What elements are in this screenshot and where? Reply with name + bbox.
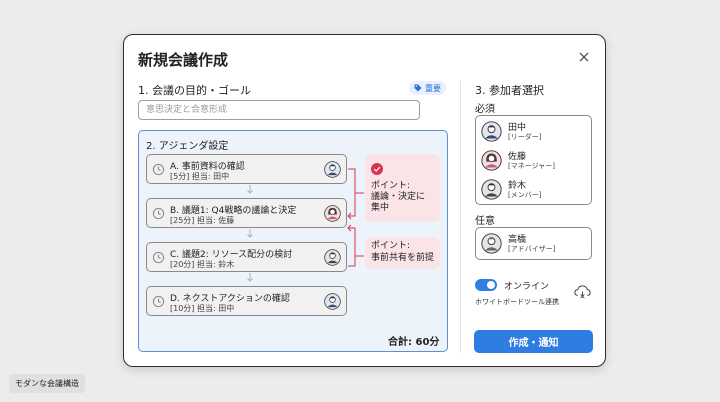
- clock-icon: [152, 163, 165, 176]
- male-avatar-icon: [481, 233, 502, 254]
- optional-label: 任意: [475, 216, 495, 227]
- female-avatar-icon: [324, 205, 341, 222]
- participant-sato[interactable]: 佐藤 [マネージャー]: [481, 148, 586, 174]
- close-icon[interactable]: [576, 49, 592, 65]
- point-note-2: ポイント: 事前共有を前提: [365, 237, 440, 269]
- point-line: 集中: [371, 203, 390, 213]
- clock-icon: [152, 207, 165, 220]
- participants-section-label: 3. 参加者選択: [475, 84, 544, 97]
- participant-role: [マネージャー]: [508, 162, 555, 170]
- agenda-item-meta: [10分] 担当: 田中: [170, 304, 235, 313]
- arrow-down-icon: [247, 273, 253, 282]
- online-label: オンライン: [504, 282, 550, 292]
- tag-icon: [414, 84, 422, 92]
- column-divider: [460, 81, 461, 353]
- male-avatar-icon: [324, 293, 341, 310]
- agenda-panel: 2. アジェンダ設定 A. 事前資料の確認 [5分] 担当: 田中 B. 議題1…: [138, 130, 448, 352]
- online-toggle[interactable]: [475, 279, 497, 291]
- agenda-item-b[interactable]: B. 議題1: Q4戦略の議論と決定 [25分] 担当: 佐藤: [146, 198, 347, 228]
- agenda-total: 合計: 60分: [388, 337, 440, 348]
- point-line: 事前共有を前提: [371, 253, 435, 263]
- point-note-1: ポイント: 議論・決定に 集中: [365, 154, 440, 222]
- optional-participants-list: 高橋 [アドバイザー]: [475, 227, 592, 260]
- male-avatar-icon: [481, 179, 502, 200]
- check-circle-icon: [371, 163, 383, 175]
- badge-label: 重要: [425, 83, 441, 93]
- arrow-down-icon: [247, 185, 253, 194]
- whiteboard-integration-label: ホワイトボードツール連携: [475, 298, 559, 306]
- dialog-title: 新規会議作成: [138, 51, 229, 69]
- participant-role: [リーダー]: [508, 133, 542, 141]
- point-line: 議論・決定に: [371, 192, 426, 202]
- male-avatar-icon: [481, 121, 502, 142]
- required-label: 必須: [475, 104, 495, 115]
- clock-icon: [152, 251, 165, 264]
- female-avatar-icon: [481, 150, 502, 171]
- participant-takahashi[interactable]: 高橋 [アドバイザー]: [481, 231, 586, 257]
- point-line: ポイント:: [371, 241, 411, 251]
- participant-tanaka[interactable]: 田中 [リーダー]: [481, 119, 586, 145]
- agenda-item-c[interactable]: C. 議題2: リソース配分の検討 [20分] 担当: 鈴木: [146, 242, 347, 272]
- point-line: ポイント:: [371, 181, 411, 191]
- agenda-item-meta: [25分] 担当: 佐藤: [170, 216, 235, 225]
- create-meeting-dialog: 新規会議作成 1. 会議の目的・ゴール 重要 2. アジェンダ設定 A. 事前資…: [123, 34, 606, 367]
- important-badge: 重要: [409, 81, 446, 95]
- agenda-item-d[interactable]: D. ネクストアクションの確認 [10分] 担当: 田中: [146, 286, 347, 316]
- male-avatar-icon: [324, 249, 341, 266]
- agenda-section-label: 2. アジェンダ設定: [146, 141, 229, 152]
- goal-section-label: 1. 会議の目的・ゴール: [138, 84, 251, 97]
- agenda-item-meta: [20分] 担当: 鈴木: [170, 260, 235, 269]
- cloud-sync-icon[interactable]: [573, 283, 592, 302]
- required-participants-list: 田中 [リーダー] 佐藤 [マネージャー] 鈴木 [メンバー]: [475, 115, 592, 205]
- agenda-item-meta: [5分] 担当: 田中: [170, 172, 230, 181]
- male-avatar-icon: [324, 161, 341, 178]
- participant-suzuki[interactable]: 鈴木 [メンバー]: [481, 177, 586, 203]
- arrow-down-icon: [247, 229, 253, 238]
- create-and-notify-button[interactable]: 作成・通知: [474, 330, 593, 353]
- participant-role: [アドバイザー]: [508, 245, 556, 253]
- agenda-item-a[interactable]: A. 事前資料の確認 [5分] 担当: 田中: [146, 154, 347, 184]
- footer-tag: モダンな会議構造: [9, 374, 85, 393]
- goal-input[interactable]: [138, 100, 420, 120]
- participant-role: [メンバー]: [508, 191, 542, 199]
- clock-icon: [152, 295, 165, 308]
